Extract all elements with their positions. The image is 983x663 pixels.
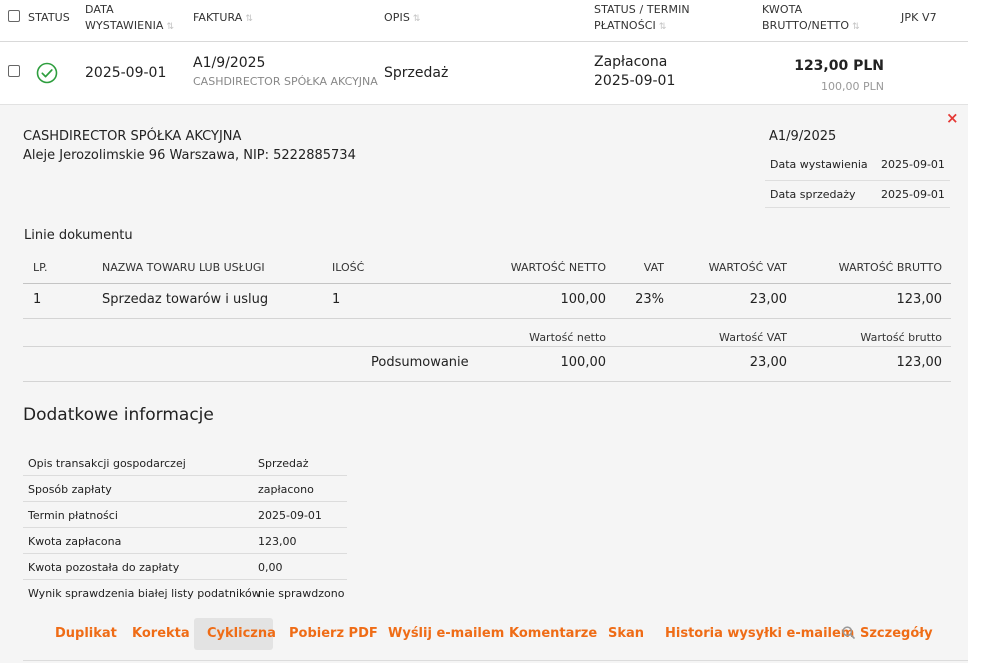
sort-icon[interactable]: ⇅ [413,14,421,24]
col-header-jpk: JPK V7 [901,11,937,24]
line-name: Sprzedaz towarów i uslug [102,292,269,307]
comments-button[interactable]: Komentarze [509,626,597,641]
line-qty: 1 [332,292,341,307]
row-net-amount: 100,00 PLN [821,80,884,93]
col-header-date[interactable]: DATA WYSTAWIENIA ⇅ [85,2,174,35]
col-header-description[interactable]: OPIS ⇅ [384,10,421,27]
divider [765,180,950,181]
info-row: Opis transakcji gospodarczej Sprzedaż [23,450,347,476]
row-checkbox[interactable] [8,65,20,77]
row-issue-date: 2025-09-01 [85,65,167,81]
line-gross: 123,00 [896,292,943,307]
lines-section-title: Linie dokumentu [24,228,133,243]
info-row: Wynik sprawdzenia białej listy podatnikó… [23,580,347,606]
summary-divider [23,346,951,347]
summary-gross-label: Wartość brutto [860,331,942,344]
close-icon[interactable]: × [946,109,959,127]
bottom-divider [23,660,968,661]
row-payment-status: Zapłacona [594,54,668,70]
row-description: Sprzedaż [384,65,449,81]
summary-bottom-divider [23,381,951,382]
th-qty: ILOŚĆ [332,261,365,274]
select-all-checkbox[interactable] [8,10,20,22]
additional-info-title: Dodatkowe informacje [23,405,214,425]
sale-date-label: Data sprzedaży [770,188,856,201]
info-label: Opis transakcji gospodarczej [28,457,186,470]
th-name: NAZWA TOWARU LUB USŁUGI [102,261,265,274]
info-row: Kwota pozostała do zapłaty 0,00 [23,554,347,580]
col-header-date-line1: DATA [85,3,114,16]
line-lp: 1 [33,292,42,307]
details-label: Szczegóły [860,626,933,641]
info-label: Termin płatności [28,509,118,522]
sort-icon[interactable]: ⇅ [852,22,860,32]
correction-button[interactable]: Korekta [132,626,190,641]
seller-name: CASHDIRECTOR SPÓŁKA AKCYJNA [23,129,242,144]
table-header-divider [23,283,951,284]
info-value: 0,00 [258,561,283,574]
th-vat: VAT [643,261,664,274]
status-paid-icon [36,62,58,84]
header-divider [0,41,968,42]
col-header-status: STATUS [28,11,70,24]
download-pdf-button[interactable]: Pobierz PDF [289,626,378,641]
send-email-button[interactable]: Wyślij e-mailem [388,626,504,641]
th-net: WARTOŚĆ NETTO [510,261,606,274]
th-vat-value: WARTOŚĆ VAT [708,261,787,274]
info-label: Wynik sprawdzenia białej listy podatnikó… [28,587,261,600]
summary-gross-value: 123,00 [896,355,943,370]
summary-net-label: Wartość netto [529,331,606,344]
info-row: Kwota zapłacona 123,00 [23,528,347,554]
info-value: zapłacono [258,483,314,496]
info-value: 2025-09-01 [258,509,322,522]
col-header-payment-line2: PŁATNOŚCI ⇅ [594,19,667,32]
scan-button[interactable]: Skan [608,626,644,641]
info-value: nie sprawdzono [258,587,345,600]
info-value: Sprzedaż [258,457,309,470]
line-vat: 23% [635,292,664,307]
col-header-invoice-label: FAKTURA [193,11,243,24]
details-button[interactable]: Szczegóły [842,626,933,643]
th-gross: WARTOŚĆ BRUTTO [838,261,942,274]
divider [765,207,950,208]
col-header-amount[interactable]: KWOTA BRUTTO/NETTO ⇅ [762,2,860,35]
row-gross-amount: 123,00 PLN [794,58,884,74]
info-row: Sposób zapłaty zapłacono [23,476,347,502]
issue-date-value: 2025-09-01 [881,158,945,171]
search-icon [842,626,855,643]
info-label: Kwota pozostała do zapłaty [28,561,180,574]
th-lp: LP. [33,261,48,274]
col-header-amount-line2: BRUTTO/NETTO ⇅ [762,19,860,32]
info-label: Sposób zapłaty [28,483,112,496]
info-row: Termin płatności 2025-09-01 [23,502,347,528]
line-vat-value: 23,00 [749,292,787,307]
summary-vat-label: Wartość VAT [719,331,787,344]
col-header-date-line2: WYSTAWIENIA ⇅ [85,19,175,32]
row-invoice-number[interactable]: A1/9/2025 [193,55,265,71]
col-header-payment-line1: STATUS / TERMIN [594,3,690,16]
duplicate-button[interactable]: Duplikat [55,626,117,641]
col-header-amount-line1: KWOTA [762,3,803,16]
seller-address: Aleje Jerozolimskie 96 Warszawa, NIP: 52… [23,148,356,163]
info-label: Kwota zapłacona [28,535,122,548]
sort-icon[interactable]: ⇅ [659,22,667,32]
row-payment-date: 2025-09-01 [594,73,676,89]
summary-label: Podsumowanie [371,355,469,370]
col-header-description-label: OPIS [384,11,410,24]
sale-date-value: 2025-09-01 [881,188,945,201]
sort-icon[interactable]: ⇅ [245,14,253,24]
table-row-divider [23,318,951,319]
col-header-payment-status[interactable]: STATUS / TERMIN PŁATNOŚCI ⇅ [594,2,690,35]
recurring-button[interactable]: Cykliczna [207,626,276,641]
summary-vat-value: 23,00 [749,355,787,370]
summary-net-value: 100,00 [560,355,607,370]
email-history-button[interactable]: Historia wysyłki e-mailem [665,626,854,641]
row-counterparty: CASHDIRECTOR SPÓŁKA AKCYJNA [193,75,378,88]
sort-icon[interactable]: ⇅ [167,22,175,32]
issue-date-label: Data wystawienia [770,158,868,171]
col-header-invoice[interactable]: FAKTURA ⇅ [193,10,253,27]
document-number: A1/9/2025 [769,129,837,144]
line-net: 100,00 [560,292,607,307]
info-value: 123,00 [258,535,297,548]
